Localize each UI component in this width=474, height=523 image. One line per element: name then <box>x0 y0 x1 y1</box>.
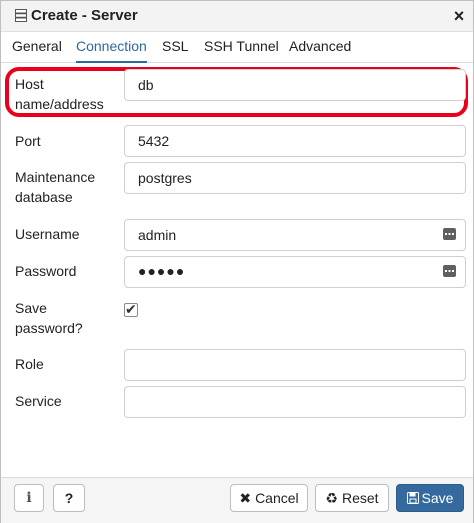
tab-connection[interactable]: Connection <box>76 38 147 63</box>
save-password-checkbox[interactable]: ✔ <box>124 301 138 317</box>
username-input[interactable]: admin <box>124 219 466 251</box>
create-server-dialog: Create - Server × General Connection SSL… <box>0 0 474 523</box>
host-input[interactable]: db <box>124 69 466 101</box>
tab-ssl[interactable]: SSL <box>162 38 188 61</box>
reset-label: Reset <box>341 490 379 506</box>
maintenance-db-value: postgres <box>138 170 192 186</box>
save-label: Save <box>421 490 454 506</box>
save-button[interactable]: Save <box>396 484 464 512</box>
role-label: Role <box>15 356 44 372</box>
info-button[interactable]: i <box>14 484 44 512</box>
tab-general[interactable]: General <box>12 38 62 61</box>
info-icon: i <box>26 490 32 506</box>
maintenance-db-label: Maintenance database <box>15 169 96 205</box>
service-input[interactable] <box>124 386 466 418</box>
keyboard-icon[interactable] <box>443 265 456 277</box>
server-icon <box>15 9 27 22</box>
port-label: Port <box>15 133 41 149</box>
password-value: ●●●●● <box>138 263 186 279</box>
dialog-footer: i ? ✖ Cancel ♻ Reset Save <box>1 477 473 523</box>
close-icon: ✖ <box>239 490 252 506</box>
port-input[interactable]: 5432 <box>124 125 466 157</box>
save-password-label: Save password? <box>15 300 83 336</box>
title-bar[interactable]: Create - Server × <box>1 1 473 32</box>
password-label: Password <box>15 263 77 279</box>
host-label: Host name/address <box>15 76 104 112</box>
maintenance-db-input[interactable]: postgres <box>124 162 466 194</box>
reset-button[interactable]: ♻ Reset <box>315 484 389 512</box>
host-value: db <box>138 77 154 93</box>
tab-bar: General Connection SSL SSH Tunnel Advanc… <box>1 32 473 63</box>
service-label: Service <box>15 393 62 409</box>
tab-ssh-tunnel[interactable]: SSH Tunnel <box>204 38 279 61</box>
dialog-title: Create - Server <box>31 7 138 24</box>
cancel-button[interactable]: ✖ Cancel <box>230 484 308 512</box>
tab-advanced[interactable]: Advanced <box>289 38 351 61</box>
keyboard-icon[interactable] <box>443 228 456 240</box>
username-value: admin <box>138 227 177 243</box>
help-button[interactable]: ? <box>53 484 85 512</box>
checkmark-icon: ✔ <box>125 301 137 317</box>
help-icon: ? <box>64 490 74 506</box>
port-value: 5432 <box>138 133 170 149</box>
username-label: Username <box>15 226 80 242</box>
cancel-label: Cancel <box>255 490 299 506</box>
password-input[interactable]: ●●●●● <box>124 256 466 288</box>
recycle-icon: ♻ <box>325 490 338 506</box>
floppy-disk-icon <box>406 492 419 504</box>
role-input[interactable] <box>124 349 466 381</box>
close-icon[interactable]: × <box>450 6 468 26</box>
